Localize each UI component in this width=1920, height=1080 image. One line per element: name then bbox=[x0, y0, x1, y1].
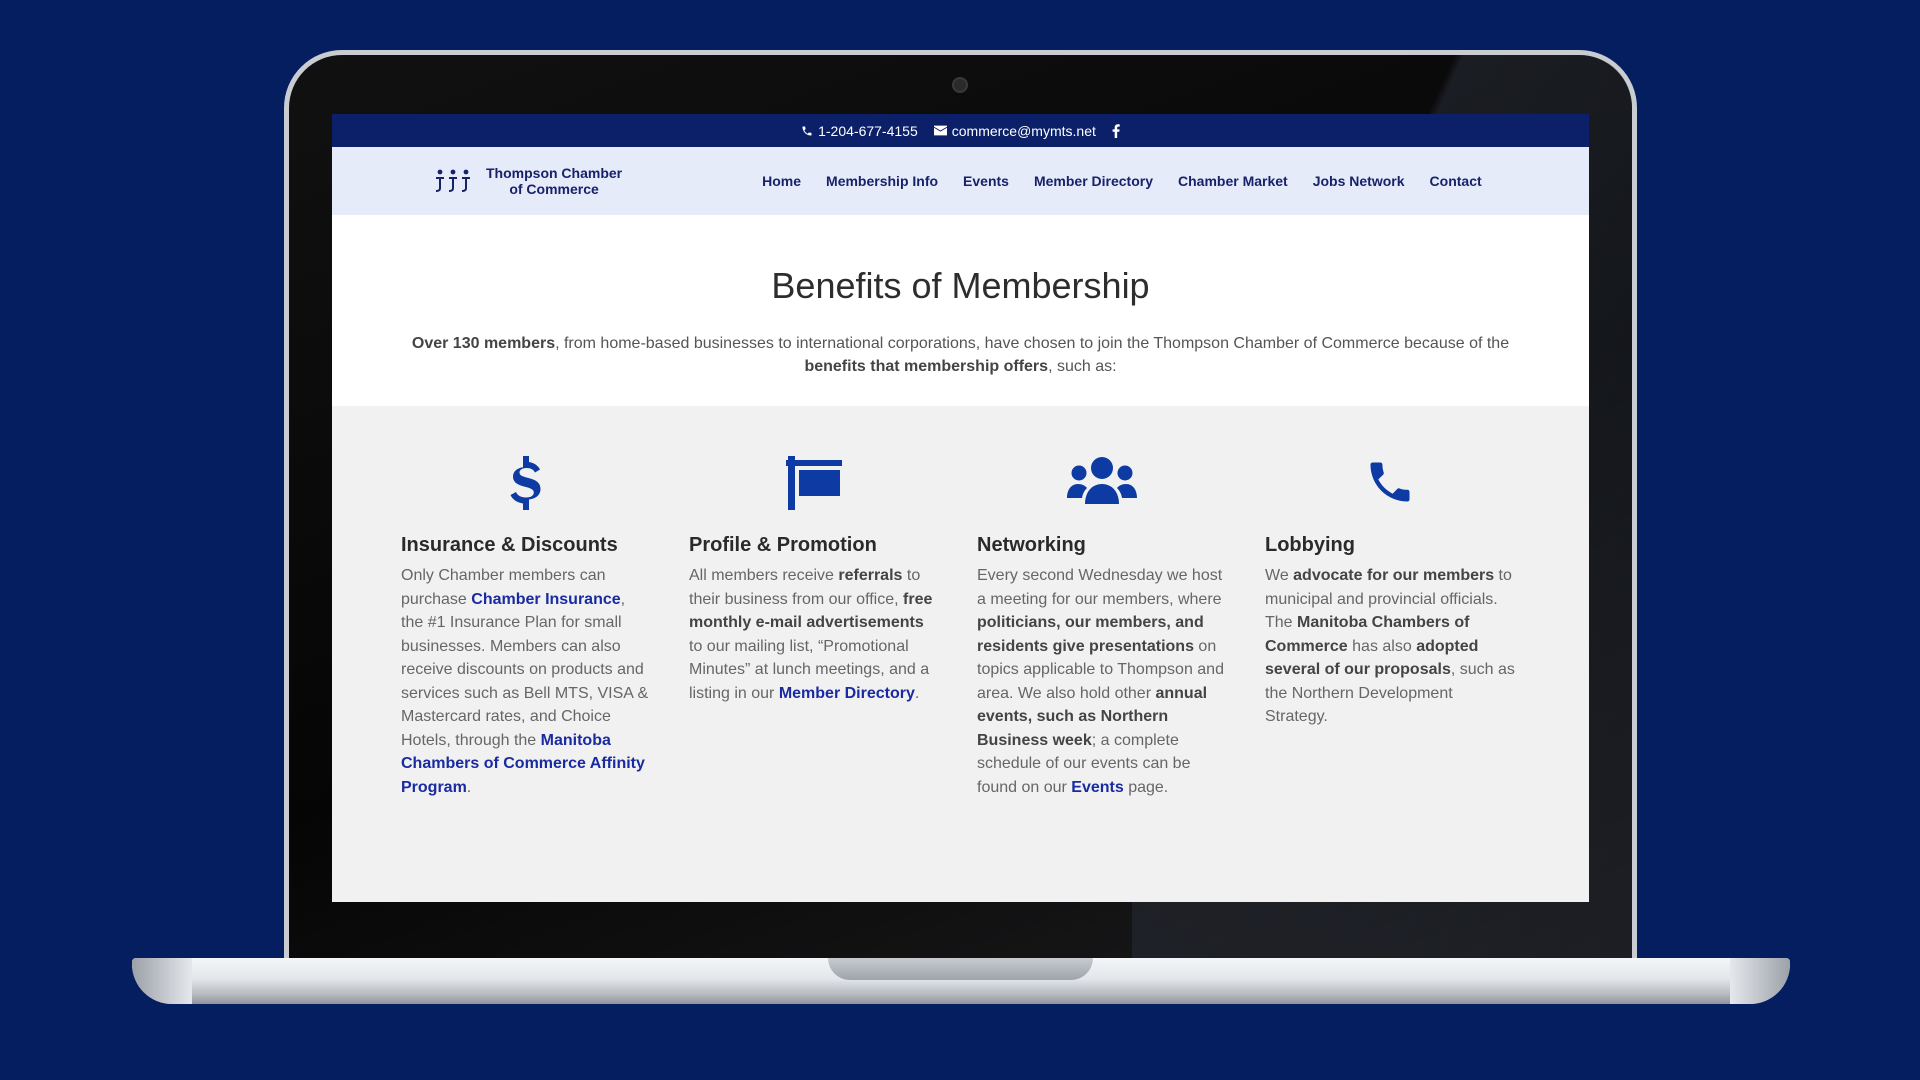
logo-line-1: Thompson Chamber bbox=[486, 165, 623, 181]
benefit-text: Every second Wednesday we host a meeting… bbox=[977, 564, 1227, 799]
text-span: has also bbox=[1347, 637, 1417, 655]
signboard-icon bbox=[689, 456, 939, 516]
benefit-text: All members receive referrals to their b… bbox=[689, 564, 939, 705]
email-contact[interactable]: commerce@mymts.net bbox=[933, 122, 1096, 139]
nav-membership-info[interactable]: Membership Info bbox=[826, 173, 938, 189]
phone-number: 1-204-677-4155 bbox=[818, 122, 918, 139]
nav-jobs-network[interactable]: Jobs Network bbox=[1313, 173, 1405, 189]
benefits-section: Insurance & Discounts Only Chamber membe… bbox=[332, 406, 1589, 902]
phone-icon bbox=[1265, 456, 1515, 516]
logo-line-2: of Commerce bbox=[509, 181, 599, 197]
top-contact-bar: 1-204-677-4155 commerce@mymts.net bbox=[332, 114, 1589, 147]
chamber-insurance-link[interactable]: Chamber Insurance bbox=[471, 591, 620, 608]
nav-events[interactable]: Events bbox=[963, 173, 1009, 189]
hero-section: Benefits of Membership Over 130 members,… bbox=[332, 215, 1589, 406]
facebook-icon bbox=[1112, 123, 1120, 138]
email-address: commerce@mymts.net bbox=[951, 122, 1096, 139]
phone-contact[interactable]: 1-204-677-4155 bbox=[801, 123, 918, 139]
intro-bold-1: Over 130 members bbox=[411, 335, 556, 352]
bold-span: referrals bbox=[838, 567, 903, 584]
site-logo[interactable]: Thompson Chamber of Commerce bbox=[434, 165, 622, 197]
envelope-icon bbox=[933, 125, 947, 136]
text-span: , the #1 Insurance Plan for small busine… bbox=[401, 590, 649, 749]
bold-span: politicians, our members, and residents … bbox=[977, 614, 1204, 655]
text-span: All members receive bbox=[689, 567, 839, 584]
intro-paragraph: Over 130 members, from home-based busine… bbox=[406, 332, 1516, 378]
nav-member-directory[interactable]: Member Directory bbox=[1034, 173, 1153, 189]
member-directory-link[interactable]: Member Directory bbox=[779, 685, 915, 702]
nav-home[interactable]: Home bbox=[762, 173, 801, 189]
benefit-title: Profile & Promotion bbox=[689, 534, 877, 556]
benefit-networking: Networking Every second Wednesday we hos… bbox=[977, 456, 1227, 902]
webcam bbox=[952, 77, 968, 93]
dollar-icon bbox=[401, 456, 651, 516]
logo-text: Thompson Chamber of Commerce bbox=[486, 165, 622, 197]
benefit-text: Only Chamber members can purchase Chambe… bbox=[401, 564, 651, 799]
benefit-title: Insurance & Discounts bbox=[401, 534, 618, 556]
bold-span: advocate for our members bbox=[1293, 567, 1495, 584]
nav-contact[interactable]: Contact bbox=[1430, 173, 1482, 189]
page-title: Benefits of Membership bbox=[771, 265, 1150, 306]
text-span: . bbox=[914, 684, 920, 702]
website-screen: 1-204-677-4155 commerce@mymts.net Thomps… bbox=[332, 114, 1589, 902]
laptop-notch bbox=[828, 958, 1093, 980]
benefit-promotion: Profile & Promotion All members receive … bbox=[689, 456, 939, 902]
benefit-title: Networking bbox=[977, 534, 1086, 556]
text-span: page. bbox=[1123, 778, 1169, 796]
benefit-text: We advocate for our members to municipal… bbox=[1265, 564, 1515, 729]
intro-text-2: , such as: bbox=[1048, 358, 1117, 375]
facebook-link[interactable] bbox=[1112, 123, 1120, 138]
benefit-lobbying: Lobbying We advocate for our members to … bbox=[1265, 456, 1515, 902]
benefit-title: Lobbying bbox=[1265, 534, 1355, 556]
main-nav: Home Membership Info Events Member Direc… bbox=[762, 173, 1482, 189]
text-span: Every second Wednesday we host a meeting… bbox=[977, 567, 1223, 608]
phone-icon bbox=[802, 126, 812, 135]
benefit-insurance: Insurance & Discounts Only Chamber membe… bbox=[401, 456, 651, 902]
nav-chamber-market[interactable]: Chamber Market bbox=[1178, 173, 1288, 189]
main-navbar: Thompson Chamber of Commerce Home Member… bbox=[332, 147, 1589, 215]
text-span: We bbox=[1265, 567, 1294, 584]
text-span: . bbox=[466, 778, 472, 796]
group-icon bbox=[977, 456, 1227, 516]
intro-bold-2: benefits that membership offers bbox=[804, 358, 1049, 375]
intro-text-1: , from home-based businesses to internat… bbox=[555, 335, 1510, 352]
chamber-logo-icon bbox=[436, 169, 470, 192]
events-link[interactable]: Events bbox=[1071, 779, 1123, 796]
